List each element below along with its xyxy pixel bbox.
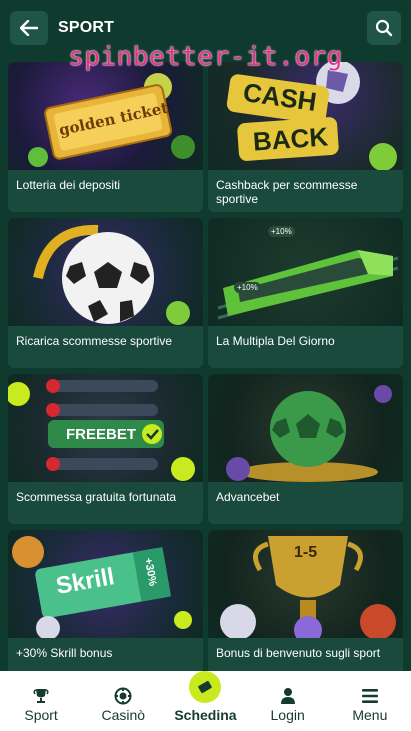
promo-card-label: La Multipla Del Giorno [216, 334, 335, 348]
nav-sport-label: Sport [24, 707, 58, 723]
promo-card-cashback[interactable]: CASH BACK Cashback per scommesse sportiv… [208, 62, 403, 212]
freebet-art-text: FREEBET [66, 426, 137, 443]
ticket-icon [198, 680, 213, 694]
promo-card-label: Bonus di benvenuto sugli sport [216, 646, 381, 660]
promo-card-label: Lotteria dei depositi [16, 178, 121, 192]
watermark-text: spinbetter-it.org [68, 42, 343, 72]
freebet-image: FREEBET [8, 374, 203, 482]
nav-schedina-label: Schedina [174, 707, 237, 723]
trophy-art-text: 1-5 [294, 544, 318, 561]
trophy-image: 1-5 [208, 530, 403, 638]
promo-card-label: Ricarica scommesse sportive [16, 334, 173, 348]
casino-chip-icon [114, 687, 132, 705]
promo-card-lotteria[interactable]: golden ticket Lotteria dei depositi [8, 62, 203, 212]
promo-card-multipla[interactable]: +10% +10% La Multipla Del Giorno [208, 218, 403, 368]
promo-card-skrill[interactable]: Skrill +30% +30% Skrill bonus [8, 530, 203, 680]
promo-card-benvenuto[interactable]: 1-5 Bonus di benvenuto sugli sport [208, 530, 403, 680]
nav-login-label: Login [270, 707, 305, 723]
user-icon [280, 688, 295, 704]
promo-card-label: Cashback per scommesse sportive [216, 178, 358, 206]
arrow-left-icon [20, 20, 38, 36]
nav-casino-label: Casinò [101, 707, 146, 723]
page-title: SPORT [58, 19, 115, 36]
train-badge-1: +10% [268, 226, 295, 237]
nav-sport[interactable]: Sport [1, 685, 81, 723]
cashback-art-text-2: BACK [252, 121, 330, 157]
bottom-navigation: Sport Casinò Schedina Login Menu [0, 671, 411, 731]
promo-card-label: +30% Skrill bonus [16, 646, 113, 660]
nav-casino[interactable]: Casinò [83, 685, 163, 723]
train-image: +10% +10% [208, 218, 403, 326]
train-badge-2: +10% [234, 282, 261, 293]
nav-menu[interactable]: Menu [330, 685, 410, 723]
promo-card-ricarica[interactable]: Ricarica scommesse sportive [8, 218, 203, 368]
trophy-icon [33, 689, 49, 703]
green-ball-image [208, 374, 403, 482]
skrill-image: Skrill +30% [8, 530, 203, 638]
search-icon [375, 19, 393, 37]
soccer-ball-image [8, 218, 203, 326]
promo-card-advancebet[interactable]: Advancebet [208, 374, 403, 524]
back-button[interactable] [10, 11, 48, 45]
search-button[interactable] [367, 11, 401, 45]
golden-ticket-image: golden ticket [8, 62, 203, 170]
promo-card-label: Advancebet [216, 490, 280, 504]
cashback-image: CASH BACK [208, 62, 403, 170]
nav-schedina[interactable]: Schedina [165, 671, 245, 723]
nav-menu-label: Menu [352, 707, 388, 723]
nav-login[interactable]: Login [248, 685, 328, 723]
menu-icon [361, 689, 378, 703]
promo-grid: golden ticket Lotteria dei depositi CASH… [8, 62, 403, 680]
promo-card-freebet[interactable]: FREEBET Scommessa gratuita fortunata [8, 374, 203, 524]
promo-card-label: Scommessa gratuita fortunata [16, 490, 177, 504]
